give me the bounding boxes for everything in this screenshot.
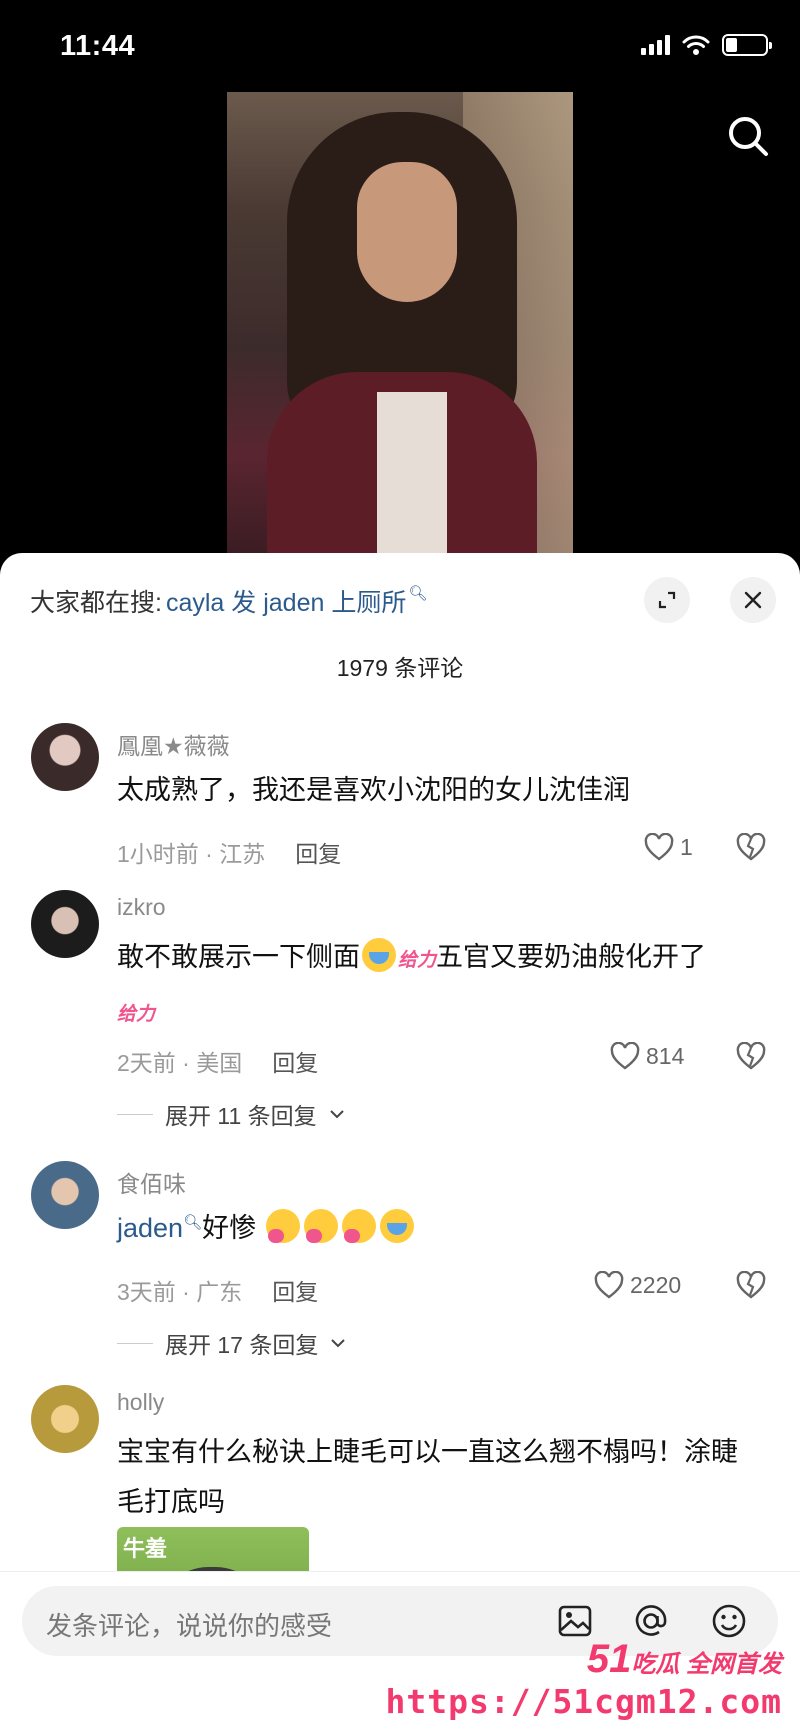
broken-heart-icon[interactable] — [736, 833, 766, 861]
close-icon — [744, 591, 762, 609]
broken-heart-icon[interactable] — [736, 1042, 766, 1070]
trending-prefix: 大家都在搜: — [30, 589, 162, 617]
mention-link[interactable]: jaden — [117, 1213, 183, 1243]
image-icon[interactable] — [556, 1602, 594, 1640]
video-player[interactable] — [227, 92, 573, 557]
like-count: 2220 — [630, 1271, 682, 1298]
emoji-icon[interactable] — [710, 1602, 748, 1640]
comment-username[interactable]: holly — [117, 1389, 164, 1416]
like-button[interactable]: 1 — [644, 833, 693, 861]
like-button[interactable]: 814 — [610, 1042, 684, 1070]
search-small-icon: 🔍︎ — [408, 585, 428, 602]
like-button[interactable]: 2220 — [594, 1271, 681, 1299]
watermark-url: https://51cgm12.com — [385, 1682, 782, 1721]
expand-replies[interactable]: 展开 17 条回复 — [117, 1326, 346, 1360]
crying-emoji-icon — [362, 938, 396, 972]
comment-time: 1小时前 · 江苏 — [117, 841, 266, 867]
avatar[interactable] — [31, 723, 99, 791]
broken-heart-icon[interactable] — [736, 1271, 766, 1299]
at-icon[interactable] — [632, 1602, 670, 1640]
trending-search[interactable]: 大家都在搜: cayla 发 jaden 上厕所 🔍︎ — [30, 583, 427, 619]
status-time: 11:44 — [60, 30, 136, 62]
avatar[interactable] — [31, 1161, 99, 1229]
search-icon[interactable] — [724, 112, 772, 160]
wifi-icon — [682, 35, 710, 55]
comment-text: 敢不敢展示一下侧面 给力五官又要奶油般化开了 给力 — [117, 932, 772, 1040]
expand-icon — [658, 591, 676, 609]
chevron-down-icon — [329, 1110, 344, 1119]
geili-sticker: 给力 — [398, 950, 437, 971]
like-count: 1 — [680, 833, 693, 860]
comment-username[interactable]: izkro — [117, 894, 166, 921]
comment-text: jaden🔍︎好惨 — [117, 1203, 772, 1258]
heart-icon — [644, 833, 674, 861]
comment-input-placeholder: 发条评论，说说你的感受 — [46, 1611, 333, 1641]
hug-emoji-icon — [265, 1209, 300, 1243]
geili-sticker: 给力 — [117, 1004, 156, 1025]
chevron-down-icon — [331, 1339, 346, 1348]
comment-time: 2天前 · 美国 — [117, 1050, 243, 1076]
status-bar: 11:44 — [0, 0, 800, 90]
comment-input-bar: 发条评论，说说你的感受 51吃瓜 全网首发 https://51cgm12.co… — [0, 1571, 800, 1731]
comment-count: 1979 条评论 — [336, 655, 464, 681]
hug-emoji-icon — [341, 1209, 376, 1243]
comment-sheet: 大家都在搜: cayla 发 jaden 上厕所 🔍︎ 1979 条评论 鳳凰★… — [0, 553, 800, 1731]
comment-username[interactable]: 食佰味 — [117, 1165, 186, 1199]
heart-icon — [594, 1271, 624, 1299]
sticker-caption: 牛羞 — [123, 1536, 168, 1561]
heart-icon — [610, 1042, 640, 1070]
like-count: 814 — [646, 1042, 685, 1069]
signal-icon — [641, 35, 670, 55]
hug-emoji-icon — [303, 1209, 338, 1243]
comment-username[interactable]: 鳳凰★薇薇 — [117, 727, 230, 761]
comment-text: 宝宝有什么秘诀上睫毛可以一直这么翘不榻吗！涂睫 毛打底吗 — [117, 1437, 738, 1517]
expand-replies[interactable]: 展开 11 条回复 — [117, 1097, 345, 1131]
crying-emoji-icon — [379, 1209, 414, 1243]
close-button[interactable] — [730, 577, 776, 623]
trending-query[interactable]: cayla 发 jaden 上厕所 — [166, 583, 406, 619]
battery-icon — [722, 34, 772, 56]
reply-button[interactable]: 回复 — [295, 835, 341, 869]
reply-button[interactable]: 回复 — [272, 1273, 318, 1307]
comment-time: 3天前 · 广东 — [117, 1279, 243, 1305]
avatar[interactable] — [31, 890, 99, 958]
watermark: 51吃瓜 全网首发 https://51cgm12.com — [385, 1637, 783, 1721]
expand-button[interactable] — [644, 577, 690, 623]
reply-button[interactable]: 回复 — [272, 1044, 318, 1078]
comment-text: 太成熟了，我还是喜欢小沈阳的女儿沈佳润 — [117, 775, 630, 805]
avatar[interactable] — [31, 1385, 99, 1453]
